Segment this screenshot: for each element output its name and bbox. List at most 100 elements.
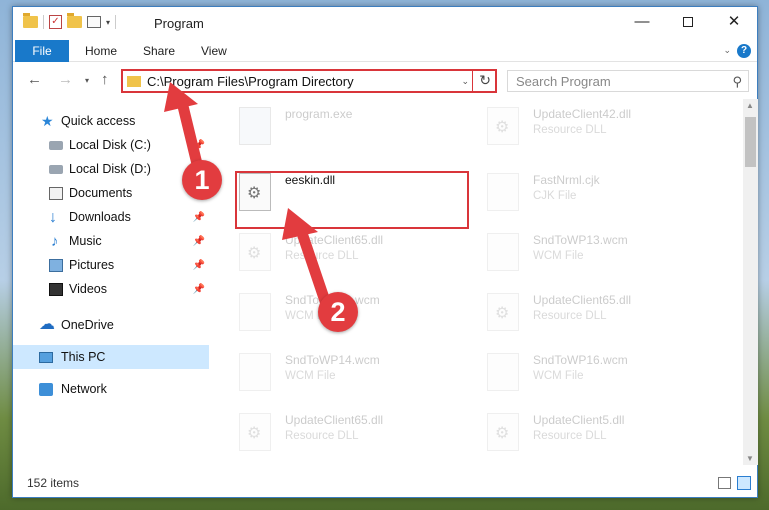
address-path[interactable]: C:\Program Files\Program Directory (147, 74, 354, 89)
toolbar-divider (115, 15, 117, 29)
gear-icon: ⚙ (247, 425, 262, 442)
file-item[interactable]: ⚙ UpdateClient5.dll Resource DLL (459, 405, 697, 461)
file-type: WCM File (533, 370, 584, 382)
file-item[interactable]: ⚙ UpdateClient65.dll Resource DLL (211, 225, 449, 281)
recent-locations-chevron-icon[interactable]: ▾ (85, 76, 89, 85)
file-item[interactable]: SndToWP14.wcm WCM File (211, 345, 449, 401)
file-icon (239, 353, 271, 391)
sidebar-item-label: OneDrive (61, 318, 114, 332)
pin-icon[interactable]: 📌 (193, 284, 205, 295)
search-box[interactable]: Search Program ⚲ (507, 70, 749, 92)
tab-share[interactable]: Share (143, 40, 175, 62)
sidebar-item-label: Local Disk (D:) (69, 162, 151, 176)
file-item[interactable]: program.exe (211, 99, 449, 155)
sidebar-item-downloads[interactable]: ↓ Downloads 📌 (13, 205, 209, 229)
navigation-pane: ★ Quick access Local Disk (C:) 📌 Local D… (13, 103, 209, 473)
customize-toolbar-chevron-icon[interactable]: ▾ (106, 18, 110, 27)
scroll-up-icon[interactable]: ▲ (746, 101, 754, 110)
dll-file-icon: ⚙ (239, 413, 271, 451)
sidebar-item-videos[interactable]: Videos 📌 (13, 277, 209, 301)
ribbon-tabs: File Home Share View ⌄ ? (13, 40, 757, 62)
gear-icon: ⚙ (495, 425, 510, 442)
file-item[interactable]: ⚙ UpdateClient65.dll Resource DLL (459, 285, 697, 341)
address-bar[interactable]: C:\Program Files\Program Directory ⌄ ↻ (121, 69, 497, 93)
drive-icon (49, 140, 63, 150)
file-item[interactable]: SndToWP16.wcm WCM File (459, 345, 697, 401)
forward-button[interactable]: → (58, 71, 73, 88)
refresh-icon[interactable]: ↻ (479, 72, 491, 89)
sidebar-item-local-disk-d[interactable]: Local Disk (D:) (13, 157, 209, 181)
tiles-view-icon[interactable] (737, 476, 751, 490)
file-item[interactable]: ⚙ UpdateClient42.dll Resource DLL (459, 99, 697, 155)
sidebar-item-quick-access[interactable]: ★ Quick access (13, 109, 209, 133)
pin-icon[interactable]: 📌 (193, 212, 205, 223)
tab-file[interactable]: File (15, 40, 69, 62)
file-item[interactable]: ⚙ UpdateClient65.dll Resource DLL (211, 405, 449, 461)
file-name: UpdateClient42.dll (533, 107, 632, 121)
scroll-down-icon[interactable]: ▼ (746, 454, 754, 463)
pictures-icon (49, 258, 63, 272)
details-view-icon[interactable] (718, 477, 731, 489)
application-icon (239, 107, 271, 145)
file-icon (487, 233, 519, 271)
expand-ribbon-chevron-icon[interactable]: ⌄ (723, 45, 731, 56)
close-button[interactable]: ✕ (711, 7, 757, 37)
cloud-icon: ☁ (39, 315, 55, 333)
sidebar-item-label: Quick access (61, 114, 136, 128)
tab-home[interactable]: Home (85, 40, 117, 62)
tab-view[interactable]: View (201, 40, 227, 62)
sidebar-item-music[interactable]: ♪ Music 📌 (13, 229, 209, 253)
properties-icon[interactable] (87, 16, 101, 28)
sidebar-item-label: Network (61, 382, 107, 396)
maximize-icon (683, 17, 693, 28)
file-name: program.exe (285, 107, 353, 121)
file-type: Resource DLL (533, 124, 607, 136)
sidebar-item-this-pc[interactable]: This PC (13, 345, 209, 369)
file-item[interactable]: SndToWP13.wcm WCM File (459, 225, 697, 281)
file-type: Resource DLL (285, 430, 359, 442)
item-count: 152 items (27, 476, 80, 490)
file-type: Resource DLL (533, 430, 607, 442)
sidebar-item-network[interactable]: Network (13, 377, 209, 401)
back-button[interactable]: ← (27, 71, 42, 88)
computer-icon (39, 351, 53, 363)
scroll-thumb[interactable] (745, 117, 756, 167)
star-icon: ★ (41, 112, 54, 129)
new-folder-icon[interactable] (67, 13, 82, 28)
downloads-icon: ↓ (49, 208, 57, 226)
step-1-badge: 1 (182, 160, 222, 200)
pin-icon[interactable]: 📌 (193, 260, 205, 271)
file-name: FastNrml.cjk (533, 173, 600, 187)
step-2-badge: 2 (318, 292, 358, 332)
up-button[interactable]: ↑ (101, 71, 109, 88)
file-type: WCM File (533, 250, 584, 262)
documents-icon (49, 186, 63, 200)
quick-access-toolbar: ✓ ▾ (23, 13, 117, 29)
pin-icon[interactable]: 📌 (193, 236, 205, 247)
file-type: Resource DLL (285, 250, 359, 262)
file-icon (487, 173, 519, 211)
sidebar-item-onedrive[interactable]: ☁ OneDrive (13, 313, 209, 337)
dll-file-icon: ⚙ (487, 107, 519, 145)
help-icon[interactable]: ? (737, 44, 751, 58)
maximize-button[interactable] (665, 7, 711, 37)
pin-icon[interactable]: 📌 (193, 140, 205, 151)
explorer-window: ✓ ▾ Program — ✕ File Home Share View ⌄ ?… (12, 6, 758, 498)
minimize-button[interactable]: — (619, 7, 665, 37)
file-item[interactable]: FastNrml.cjk CJK File (459, 165, 697, 221)
search-input[interactable]: Search Program (516, 74, 611, 89)
file-name: UpdateClient65.dll (533, 293, 632, 307)
dll-file-icon: ⚙ (487, 413, 519, 451)
file-type: CJK File (533, 190, 577, 202)
sidebar-item-label: Local Disk (C:) (69, 138, 151, 152)
sidebar-item-label: Videos (69, 282, 107, 296)
search-icon[interactable]: ⚲ (732, 74, 742, 90)
vertical-scrollbar[interactable]: ▲ ▼ (743, 99, 758, 465)
file-name: UpdateClient65.dll (285, 413, 384, 427)
address-dropdown-chevron-icon[interactable]: ⌄ (461, 76, 469, 87)
properties-check-icon[interactable]: ✓ (49, 15, 62, 29)
sidebar-item-pictures[interactable]: Pictures 📌 (13, 253, 209, 277)
sidebar-item-local-disk-c[interactable]: Local Disk (C:) 📌 (13, 133, 209, 157)
gear-icon: ⚙ (247, 245, 262, 262)
sidebar-item-documents[interactable]: Documents 📌 (13, 181, 209, 205)
